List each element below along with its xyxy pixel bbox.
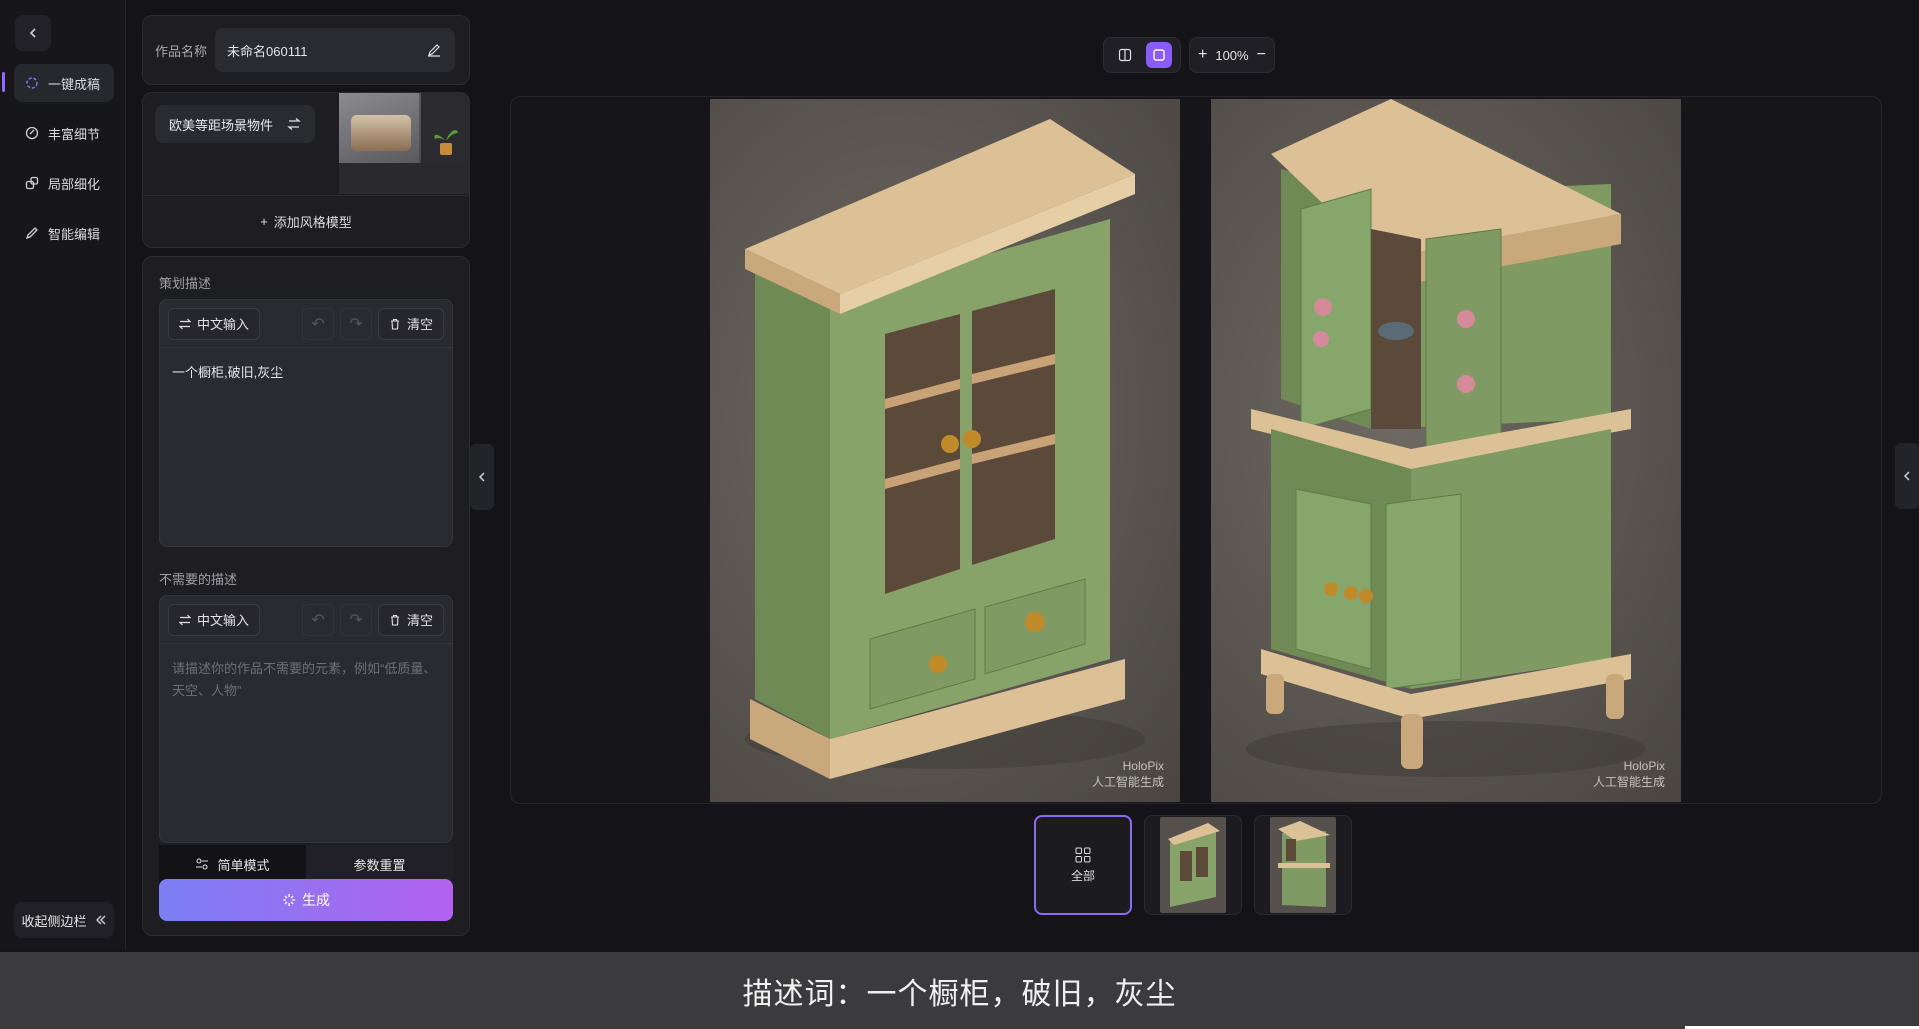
grid-icon [1075, 847, 1091, 862]
collapse-label: 收起侧边栏 [21, 913, 87, 929]
zoom-group: + 100% − [1189, 37, 1275, 73]
edit-icon[interactable] [427, 43, 441, 57]
thumb-all-label: 全部 [1070, 868, 1095, 883]
zoom-in-icon[interactable]: + [1198, 46, 1207, 64]
chevron-left-icon [1903, 471, 1910, 481]
split-view-icon[interactable] [1112, 42, 1138, 68]
undo-icon[interactable]: ↶ [301, 307, 334, 340]
zoom-level: 100% [1215, 47, 1249, 63]
toggle-icon [196, 858, 209, 870]
generated-image-1[interactable]: HoloPix 人工智能生成 [710, 99, 1180, 802]
generated-image-2[interactable]: HoloPix 人工智能生成 [1211, 99, 1681, 802]
work-name-panel: 作品名称 未命名060111 [142, 15, 470, 85]
rail-item-one-click[interactable]: 一键成稿 [14, 64, 114, 102]
sparkle-icon [283, 894, 295, 906]
zoom-out-icon[interactable]: − [1257, 46, 1266, 64]
chevron-left-icon [29, 28, 36, 38]
plus-icon: + [260, 214, 268, 229]
work-name-value: 未命名060111 [227, 43, 308, 59]
sparkle-icon [24, 75, 40, 91]
rail-item-label: 丰富细节 [48, 126, 101, 142]
generate-label: 生成 [302, 892, 330, 908]
active-indicator [2, 72, 5, 92]
mode-row: 简单模式 参数重置 [159, 845, 453, 883]
prompt-input-mode-button[interactable]: 中文输入 [168, 307, 261, 340]
thumb-preview [1270, 817, 1336, 913]
undo-icon[interactable]: ↶ [301, 603, 334, 636]
simple-mode-button[interactable]: 简单模式 [159, 845, 306, 883]
prompt-toolbar: 中文输入 ↶ ↷ 清空 [160, 300, 452, 348]
generate-button[interactable]: 生成 [159, 879, 453, 921]
style-preview-image [339, 93, 469, 194]
work-name-input[interactable]: 未命名060111 [215, 28, 456, 72]
region-icon [24, 175, 40, 191]
rail-item-label: 智能编辑 [48, 226, 101, 242]
negative-prompt-title: 不需要的描述 [159, 572, 238, 587]
swap-icon[interactable] [287, 117, 301, 131]
thumb-image-2[interactable] [1254, 815, 1352, 915]
redo-icon[interactable]: ↷ [339, 307, 372, 340]
detail-icon [24, 125, 40, 141]
collapse-sidebar-button[interactable]: 收起侧边栏 [14, 902, 114, 938]
add-style-label: 添加风格模型 [273, 215, 352, 230]
negative-textarea[interactable]: 请描述你的作品不需要的元素，例如“低质量、天空、人物” [160, 644, 452, 716]
watermark: HoloPix 人工智能生成 [1592, 759, 1665, 789]
thumb-all[interactable]: 全部 [1034, 815, 1132, 915]
prompt-textarea[interactable]: 一个橱柜,破旧,灰尘 [160, 348, 452, 398]
negative-clear-button[interactable]: 清空 [377, 603, 444, 636]
reset-label: 参数重置 [353, 857, 406, 873]
caption-text: 描述词：一个橱柜，破旧，灰尘 [742, 977, 1177, 1011]
swap-icon [179, 614, 191, 625]
redo-icon[interactable]: ↷ [339, 603, 372, 636]
input-mode-label: 中文输入 [197, 317, 250, 332]
single-view-icon[interactable] [1146, 42, 1172, 68]
thumbnail-strip: 全部 [1034, 815, 1352, 915]
style-model-label: 欧美等距场景物件 [169, 117, 274, 133]
simple-mode-label: 简单模式 [217, 857, 270, 873]
add-style-model-button[interactable]: + 添加风格模型 [143, 195, 469, 247]
clear-label: 清空 [406, 613, 433, 628]
rail-item-label: 一键成稿 [48, 76, 101, 92]
view-mode-group [1103, 37, 1181, 73]
trash-icon [390, 614, 399, 626]
prompt-textbox: 中文输入 ↶ ↷ 清空 一个橱柜,破旧,灰尘 [159, 299, 453, 547]
work-name-label: 作品名称 [155, 43, 208, 59]
double-chevron-left-icon [95, 915, 105, 925]
trash-icon [390, 318, 399, 330]
clear-label: 清空 [406, 317, 433, 332]
prompt-clear-button[interactable]: 清空 [377, 307, 444, 340]
rail-item-rich-detail[interactable]: 丰富细节 [14, 114, 114, 152]
negative-prompt-textbox: 中文输入 ↶ ↷ 清空 请描述你的作品不需要的元素，例如“低质量、天空、人物” [159, 595, 453, 843]
chevron-left-icon [478, 472, 485, 482]
thumb-preview [1160, 817, 1226, 913]
rail-item-local-refine[interactable]: 局部细化 [14, 164, 114, 202]
pen-icon [24, 225, 40, 241]
style-model-panel: 欧美等距场景物件 + 添加风格模型 [142, 92, 470, 248]
watermark: HoloPix 人工智能生成 [1091, 759, 1164, 789]
thumb-image-1[interactable] [1144, 815, 1242, 915]
prompt-title: 策划描述 [159, 276, 212, 291]
negative-input-mode-button[interactable]: 中文输入 [168, 603, 261, 636]
reset-params-button[interactable]: 参数重置 [306, 845, 453, 883]
left-rail: 一键成稿 丰富细节 局部细化 智能编辑 收起侧边栏 [0, 0, 126, 950]
view-toolbar: + 100% − [1103, 37, 1275, 73]
image-stage: HoloPix 人工智能生成 HoloPix 人工智能生成 [510, 96, 1882, 804]
swap-icon [179, 318, 191, 329]
caption-bar: 描述词：一个橱柜，破旧，灰尘 [0, 952, 1919, 1029]
style-model-chip[interactable]: 欧美等距场景物件 [155, 105, 316, 143]
collapse-left-panel-toggle[interactable] [470, 444, 494, 510]
input-mode-label: 中文输入 [197, 613, 250, 628]
negative-toolbar: 中文输入 ↶ ↷ 清空 [160, 596, 452, 644]
prompt-panel: 策划描述 中文输入 ↶ ↷ 清空 一个橱柜,破旧,灰尘 不需要的描述 中文输入 … [142, 256, 470, 936]
back-button[interactable] [15, 15, 51, 51]
rail-item-smart-edit[interactable]: 智能编辑 [14, 214, 114, 252]
rail-item-label: 局部细化 [48, 176, 101, 192]
expand-right-panel-toggle[interactable] [1895, 443, 1919, 509]
